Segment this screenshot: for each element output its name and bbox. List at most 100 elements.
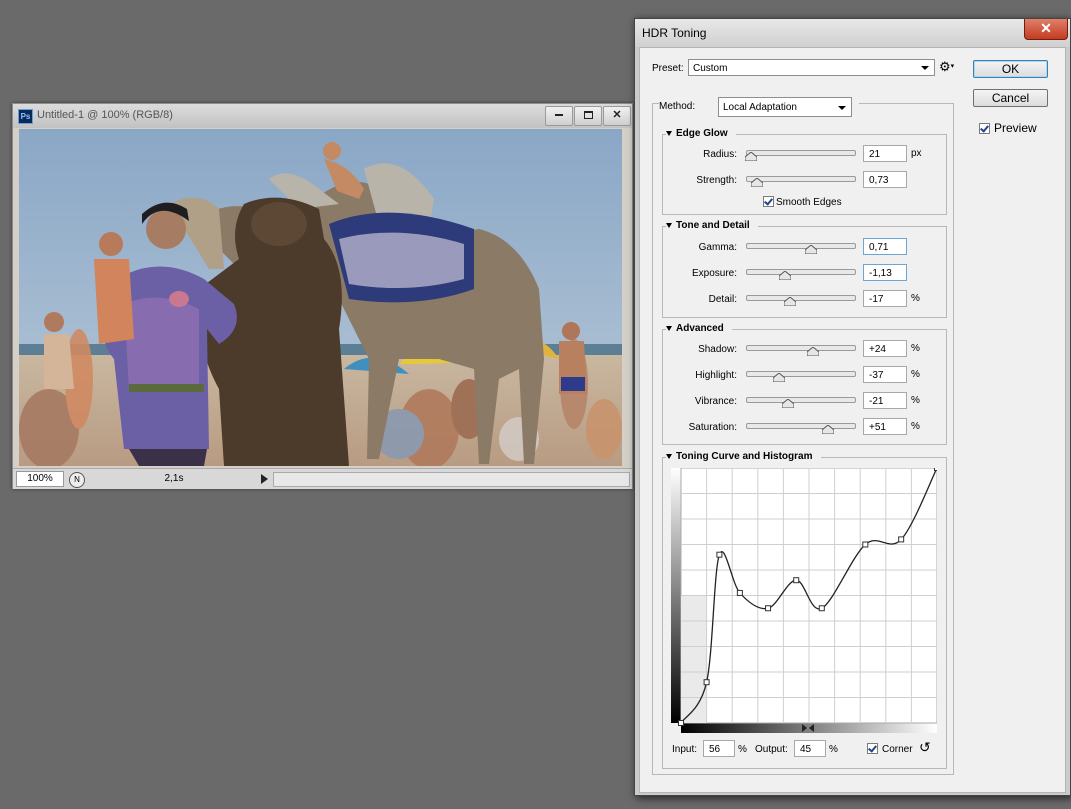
dialog-titlebar[interactable]: HDR Toning ✕ [635,19,1070,47]
shadow-slider-thumb[interactable] [806,347,819,356]
radius-unit: px [911,148,922,159]
toning-curve-header[interactable]: Toning Curve and Histogram [666,451,821,462]
dialog-close-button[interactable]: ✕ [1024,19,1068,40]
toning-curve-graph[interactable] [671,465,940,733]
curve-point[interactable] [818,605,825,612]
output-value-field[interactable]: 45 [794,740,826,757]
radius-input[interactable]: 21 [863,145,907,162]
beach-photo [19,129,622,466]
vibrance-label: Vibrance: [694,396,737,407]
restore-button[interactable] [574,106,602,126]
radius-label: Radius: [703,149,737,160]
status-menu-arrow-icon[interactable] [261,474,268,484]
saturation-slider-track[interactable] [746,423,856,429]
minimize-button[interactable] [545,106,573,126]
photoshop-app-icon: Ps [18,109,33,124]
gear-icon: ⚙ [939,59,951,74]
saturation-slider-thumb[interactable] [822,425,835,434]
document-window: Ps Untitled-1 @ 100% (RGB/8) ✕ 100% N 2,… [12,103,633,489]
timing-icon[interactable]: N [69,472,85,488]
output-gradient-bar [671,468,681,723]
saturation-unit: % [911,421,920,432]
document-titlebar[interactable]: Ps Untitled-1 @ 100% (RGB/8) ✕ [13,104,632,128]
detail-input[interactable]: -17 [863,290,907,307]
curve-point[interactable] [716,551,723,558]
close-icon: ✕ [612,109,622,121]
preview-checkbox[interactable] [979,123,990,134]
curve-point[interactable] [765,605,772,612]
gamma-input[interactable]: 0,71 [863,238,907,255]
input-label: Input: [672,744,698,755]
strength-slider-thumb[interactable] [750,178,763,187]
preset-options-button[interactable]: ⚙▾ [939,59,957,75]
reset-curve-button[interactable]: ↺ [919,740,931,754]
dialog-title: HDR Toning [642,26,707,40]
highlight-input[interactable]: -37 [863,366,907,383]
exposure-label: Exposure: [691,268,737,279]
horizontal-scrollbar[interactable] [273,472,630,487]
vibrance-input[interactable]: -21 [863,392,907,409]
exposure-input[interactable]: -1,13 [863,264,907,281]
radius-slider-thumb[interactable] [745,152,758,161]
curve-point[interactable] [703,679,710,686]
highlight-slider-thumb[interactable] [773,373,786,382]
toning-curve-title: Toning Curve and Histogram [672,451,817,462]
corner-checkbox[interactable] [867,743,878,754]
gamma-slider-thumb[interactable] [804,245,817,254]
shadow-slider-track[interactable] [746,345,856,351]
strength-input[interactable]: 0,73 [863,171,907,188]
preset-label: Preset: [652,63,684,74]
document-status-bar: 100% N 2,1s [13,468,632,489]
saturation-input[interactable]: +51 [863,418,907,435]
highlight-slider-track[interactable] [746,371,856,377]
close-button[interactable]: ✕ [603,106,631,126]
gamma-slider-track[interactable] [746,243,856,249]
detail-unit: % [911,293,920,304]
method-header: Method: Local Adaptation [659,95,859,117]
vibrance-slider-track[interactable] [746,397,856,403]
input-unit: % [738,744,747,755]
close-icon: ✕ [1040,20,1052,36]
advanced-header[interactable]: Advanced [666,323,732,334]
curve-point[interactable] [898,536,905,543]
tone-detail-header[interactable]: Tone and Detail [666,220,758,231]
dialog-body: Preset: Custom ⚙▾ OK Cancel Preview Meth… [639,47,1066,793]
detail-slider-track[interactable] [746,295,856,301]
exposure-slider-thumb[interactable] [778,271,791,280]
corner-label: Corner [882,744,913,755]
vibrance-unit: % [911,395,920,406]
output-label: Output: [755,744,788,755]
zoom-field[interactable]: 100% [16,471,64,487]
toning-curve-editor[interactable] [671,465,940,733]
document-canvas[interactable] [19,129,622,466]
vibrance-slider-thumb[interactable] [782,399,795,408]
exposure-slider-track[interactable] [746,269,856,275]
curve-point[interactable] [793,577,800,584]
edge-glow-header[interactable]: Edge Glow [666,128,736,139]
curve-point[interactable] [678,720,684,726]
preset-dropdown[interactable]: Custom [688,59,935,76]
curve-point[interactable] [736,589,743,596]
histogram-shape [681,595,707,723]
advanced-title: Advanced [672,323,728,334]
detail-slider-thumb[interactable] [784,297,797,306]
detail-label: Detail: [708,294,737,305]
smooth-edges-label: Smooth Edges [776,197,842,208]
method-dropdown[interactable]: Local Adaptation [718,97,852,117]
radius-slider-track[interactable] [746,150,856,156]
restore-icon [583,111,593,120]
preset-value: Custom [693,63,728,74]
chevron-down-icon [838,106,846,110]
minimize-icon [555,114,563,117]
shadow-input[interactable]: +24 [863,340,907,357]
edge-glow-title: Edge Glow [672,128,732,139]
input-value-field[interactable]: 56 [703,740,735,757]
shadow-label: Shadow: [698,344,737,355]
curve-point[interactable] [862,541,869,548]
preview-label: Preview [994,121,1037,135]
curve-point[interactable] [934,465,940,471]
smooth-edges-checkbox[interactable] [763,196,774,207]
status-info: 2,1s [164,473,184,484]
cancel-button[interactable]: Cancel [973,89,1048,107]
ok-button[interactable]: OK [973,60,1048,78]
